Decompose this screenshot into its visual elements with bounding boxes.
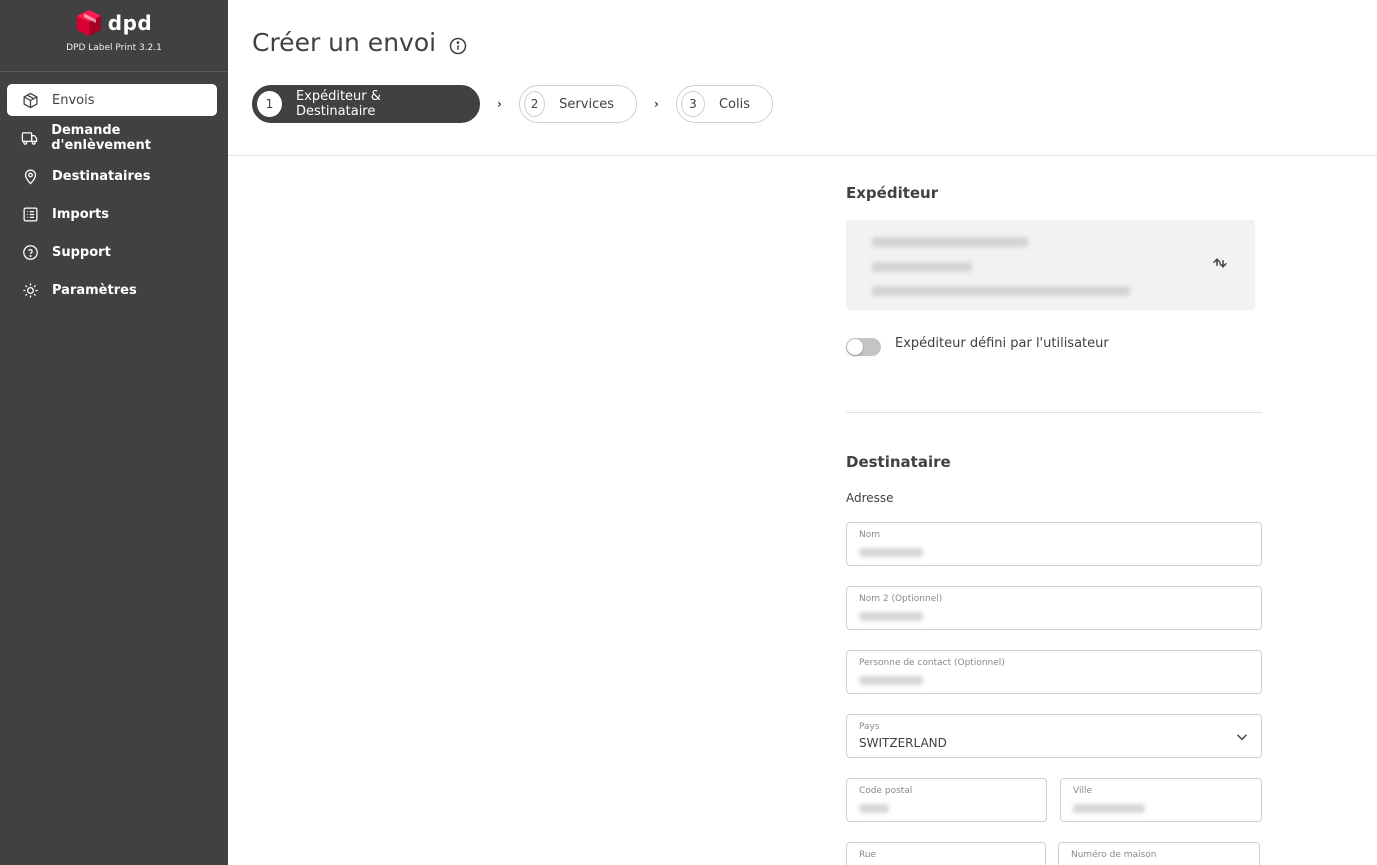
custom-sender-toggle-row: Expéditeur défini par l'utilisateur — [846, 330, 1109, 356]
list-icon — [21, 205, 39, 223]
custom-sender-toggle[interactable] — [846, 338, 881, 356]
sidebar-item-support[interactable]: Support — [7, 236, 217, 268]
nom2-field[interactable]: Nom 2 (Optionnel) — [846, 586, 1262, 630]
blurred-text — [859, 804, 889, 813]
country-value: SWITZERLAND — [859, 736, 947, 750]
box-icon — [21, 91, 39, 109]
truck-icon — [21, 129, 38, 147]
chevron-down-icon — [1237, 734, 1247, 741]
house-number-field[interactable]: Numéro de maison — [1058, 842, 1260, 865]
step-number: 3 — [681, 91, 705, 117]
brand-header: dpd DPD Label Print 3.2.1 — [0, 0, 228, 72]
field-label: Numéro de maison — [1071, 850, 1157, 860]
field-label: Code postal — [859, 786, 913, 796]
sidebar-item-label: Imports — [52, 206, 109, 222]
blurred-text — [859, 676, 923, 685]
info-icon[interactable] — [449, 37, 467, 55]
city-field[interactable]: Ville — [1060, 778, 1262, 822]
page-title: Créer un envoi — [252, 28, 437, 57]
sidebar-item-pickup-request[interactable]: Demande d'enlèvement — [7, 122, 217, 154]
field-label: Ville — [1073, 786, 1092, 796]
sidebar-item-label: Envois — [52, 92, 95, 108]
recipient-section-title: Destinataire — [846, 453, 951, 471]
page-header: Créer un envoi 1 Expéditeur & Destinatai… — [228, 0, 1377, 156]
brand-name: dpd — [107, 11, 153, 35]
main-content: Créer un envoi 1 Expéditeur & Destinatai… — [228, 0, 1377, 865]
blurred-text — [872, 286, 1130, 296]
sidebar-item-imports[interactable]: Imports — [7, 198, 217, 230]
swap-icon[interactable] — [1211, 254, 1229, 272]
step-colis[interactable]: 3 Colis — [676, 85, 773, 123]
sidebar-item-label: Demande d'enlèvement — [51, 123, 151, 153]
field-label: Personne de contact (Optionnel) — [859, 658, 1005, 668]
field-label: Nom — [859, 530, 881, 540]
sender-address-card[interactable] — [846, 220, 1255, 310]
dpd-logo-icon — [76, 10, 101, 36]
sidebar-item-label: Support — [52, 244, 111, 260]
location-pin-icon — [21, 167, 39, 185]
sender-section-title: Expéditeur — [846, 184, 939, 202]
step-label: Colis — [718, 96, 750, 112]
section-divider — [846, 412, 1262, 413]
postal-code-field[interactable]: Code postal — [846, 778, 1047, 822]
sidebar-item-label: Paramètres — [52, 282, 137, 298]
stepper: 1 Expéditeur & Destinataire › 2 Services… — [252, 85, 773, 123]
field-label: Rue — [859, 850, 877, 860]
step-label: Services — [559, 96, 614, 112]
street-field[interactable]: Rue — [846, 842, 1046, 865]
help-circle-icon — [21, 243, 39, 261]
step-services[interactable]: 2 Services — [519, 85, 637, 123]
blurred-text — [872, 237, 1028, 247]
sidebar-item-parametres[interactable]: Paramètres — [7, 274, 217, 306]
sidebar: dpd DPD Label Print 3.2.1 Envois Demande… — [0, 0, 228, 865]
chevron-right-icon: › — [497, 97, 502, 111]
step-sender-recipient[interactable]: 1 Expéditeur & Destinataire — [252, 85, 480, 123]
custom-sender-toggle-label: Expéditeur défini par l'utilisateur — [895, 335, 1109, 351]
chevron-right-icon: › — [654, 97, 659, 111]
step-label: Expéditeur & Destinataire — [295, 89, 381, 119]
country-select[interactable]: Pays SWITZERLAND — [846, 714, 1262, 758]
address-label: Adresse — [846, 491, 894, 505]
sidebar-item-destinataires[interactable]: Destinataires — [7, 160, 217, 192]
sidebar-nav: Envois Demande d'enlèvement Destinataire… — [0, 72, 228, 306]
sidebar-item-envois[interactable]: Envois — [7, 84, 217, 116]
toggle-knob — [847, 339, 863, 355]
blurred-text — [1073, 804, 1145, 813]
blurred-text — [859, 548, 923, 557]
sidebar-item-label: Destinataires — [52, 168, 151, 184]
nom-field[interactable]: Nom — [846, 522, 1262, 566]
blurred-text — [859, 612, 923, 621]
field-label: Nom 2 (Optionnel) — [859, 594, 943, 604]
step-number: 1 — [257, 91, 282, 117]
gear-icon — [21, 281, 39, 299]
contact-person-field[interactable]: Personne de contact (Optionnel) — [846, 650, 1262, 694]
field-label: Pays — [859, 722, 880, 732]
app-version: DPD Label Print 3.2.1 — [66, 43, 162, 53]
step-number: 2 — [524, 91, 546, 117]
blurred-text — [872, 262, 972, 272]
